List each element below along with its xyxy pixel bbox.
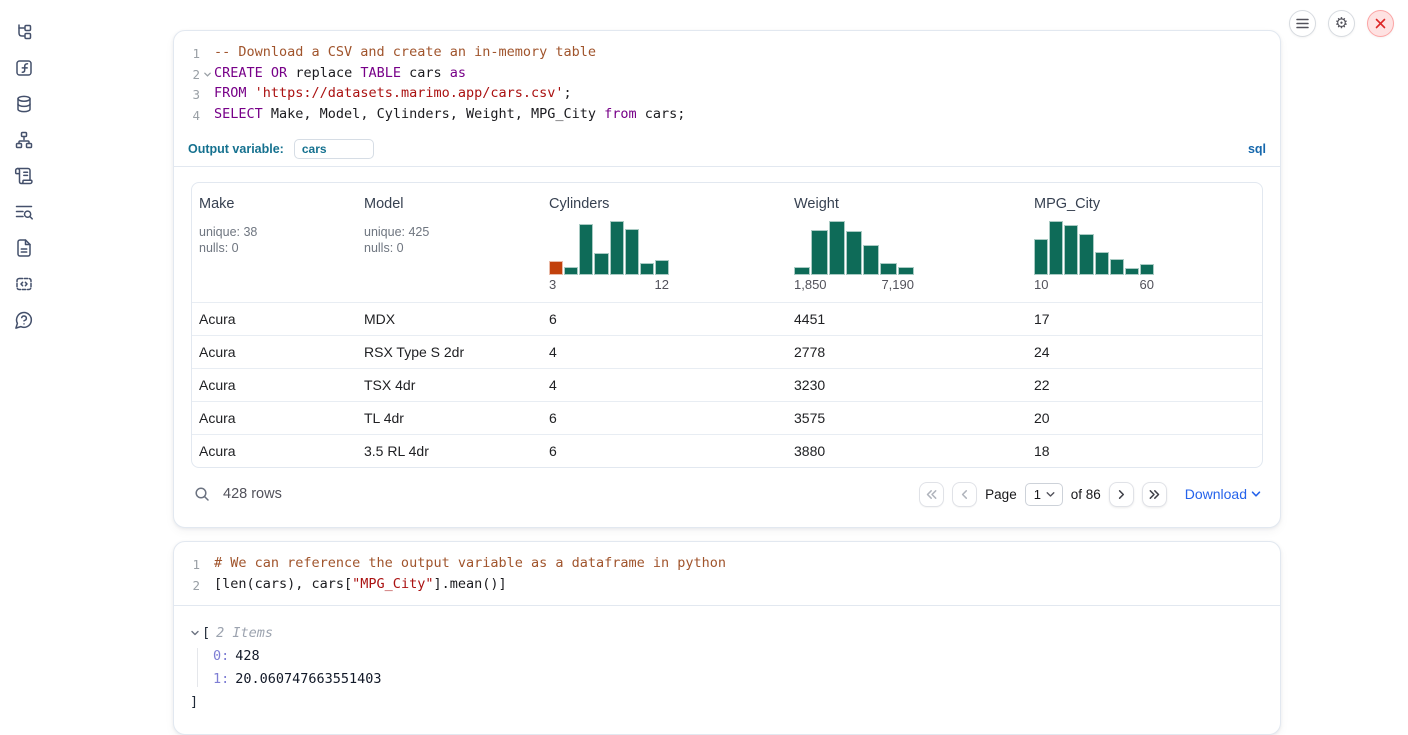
line-number: 4 — [174, 105, 200, 126]
menu-icon[interactable] — [1289, 10, 1316, 37]
output-variable-row: Output variable: sql — [174, 136, 1280, 166]
line-number: 2 — [174, 575, 200, 596]
logs-icon[interactable] — [14, 166, 34, 186]
code-line: 2 [len(cars), cars["MPG_City"].mean()] — [174, 575, 1280, 596]
document-icon[interactable] — [14, 238, 34, 258]
previous-page-button[interactable] — [952, 482, 977, 507]
code-text: SELECT Make, Model, Cylinders, Weight, M… — [214, 105, 685, 126]
code-text: [len(cars), cars["MPG_City"].mean()] — [214, 575, 507, 596]
code-line: 3 FROM 'https://datasets.marimo.app/cars… — [174, 84, 1280, 105]
column-header-model[interactable]: Model unique: 425 nulls: 0 — [357, 183, 542, 302]
sql-cell-output: Make unique: 38 nulls: 0 Model unique: 4… — [174, 166, 1280, 527]
gear-icon[interactable]: ⚙ — [1328, 10, 1355, 37]
python-code-editor[interactable]: 1 # We can reference the output variable… — [174, 542, 1280, 605]
list-search-icon[interactable] — [14, 202, 34, 222]
table-row: Acura TL 4dr 6 3575 20 — [192, 401, 1262, 434]
column-stats: unique: 38 nulls: 0 — [199, 224, 357, 257]
code-text: -- Download a CSV and create an in-memor… — [214, 43, 596, 64]
dependency-graph-icon[interactable] — [14, 130, 34, 150]
list-item: 0:428 — [213, 648, 1264, 664]
code-line: 2 CREATE OR replace TABLE cars as — [174, 64, 1280, 85]
column-header-mpg-city[interactable]: MPG_City 10 60 — [1027, 183, 1262, 302]
open-bracket: [ — [202, 625, 210, 641]
items-count-label: 2 Items — [216, 625, 273, 641]
next-page-button[interactable] — [1109, 482, 1134, 507]
code-line: 4 SELECT Make, Model, Cylinders, Weight,… — [174, 105, 1280, 126]
last-page-button[interactable] — [1142, 482, 1167, 507]
file-tree-icon[interactable] — [14, 22, 34, 42]
tree-root: [ 2 Items — [190, 625, 1264, 641]
line-number: 1 — [174, 43, 200, 64]
weight-histogram: 1,850 7,190 — [794, 221, 914, 292]
table-header-row: Make unique: 38 nulls: 0 Model unique: 4… — [192, 183, 1262, 302]
collapse-chevron-icon[interactable] — [190, 628, 202, 638]
close-bracket: ] — [190, 694, 1264, 710]
pagination: Page 1 of 86 — [919, 482, 1261, 507]
help-icon[interactable] — [14, 310, 34, 330]
table-row: Acura MDX 6 4451 17 — [192, 302, 1262, 335]
code-text: FROM 'https://datasets.marimo.app/cars.c… — [214, 84, 572, 105]
axis-max-label: 60 — [1140, 277, 1154, 292]
python-cell-output: [ 2 Items 0:428 1:20.060747663551403 ] — [174, 605, 1280, 734]
page-of-label: of 86 — [1071, 487, 1101, 502]
axis-max-label: 7,190 — [881, 277, 914, 292]
function-square-icon[interactable] — [14, 58, 34, 78]
column-header-make[interactable]: Make unique: 38 nulls: 0 — [192, 183, 357, 302]
table-row: Acura 3.5 RL 4dr 6 3880 18 — [192, 434, 1262, 467]
line-number: 3 — [174, 84, 200, 105]
shutdown-icon[interactable] — [1367, 10, 1394, 37]
line-number: 2 — [174, 64, 200, 85]
language-badge[interactable]: sql — [1248, 142, 1266, 156]
data-table: Make unique: 38 nulls: 0 Model unique: 4… — [191, 182, 1263, 468]
fold-chevron-icon[interactable] — [200, 64, 214, 85]
first-page-button[interactable] — [919, 482, 944, 507]
code-text: CREATE OR replace TABLE cars as — [214, 64, 466, 85]
notebook-area: 1 -- Download a CSV and create an in-mem… — [173, 30, 1281, 735]
axis-min-label: 10 — [1034, 277, 1048, 292]
download-button[interactable]: Download — [1185, 486, 1261, 502]
search-icon[interactable] — [193, 485, 211, 503]
mpg-city-histogram: 10 60 — [1034, 221, 1154, 292]
output-variable-label: Output variable: — [188, 142, 284, 156]
page-label: Page — [985, 487, 1017, 502]
axis-min-label: 3 — [549, 277, 556, 292]
line-number: 1 — [174, 554, 200, 575]
code-line: 1 # We can reference the output variable… — [174, 554, 1280, 575]
axis-min-label: 1,850 — [794, 277, 827, 292]
column-header-cylinders[interactable]: Cylinders 3 12 — [542, 183, 787, 302]
axis-max-label: 12 — [655, 277, 669, 292]
code-line: 1 -- Download a CSV and create an in-mem… — [174, 43, 1280, 64]
code-text: # We can reference the output variable a… — [214, 554, 726, 575]
list-item: 1:20.060747663551403 — [213, 671, 1264, 687]
tree-entries: 0:428 1:20.060747663551403 — [197, 648, 1264, 687]
python-cell: 1 # We can reference the output variable… — [173, 541, 1281, 735]
output-variable-input[interactable] — [294, 139, 374, 159]
cylinders-histogram: 3 12 — [549, 221, 669, 292]
sql-cell: 1 -- Download a CSV and create an in-mem… — [173, 30, 1281, 528]
column-header-weight[interactable]: Weight 1,850 7,190 — [787, 183, 1027, 302]
notebook-controls: ⚙ — [1289, 10, 1394, 37]
table-row: Acura TSX 4dr 4 3230 22 — [192, 368, 1262, 401]
column-stats: unique: 425 nulls: 0 — [364, 224, 542, 257]
row-count: 428 rows — [223, 486, 282, 502]
sql-code-editor[interactable]: 1 -- Download a CSV and create an in-mem… — [174, 31, 1280, 136]
page-select[interactable]: 1 — [1025, 483, 1063, 506]
table-footer: 428 rows Page 1 — [191, 468, 1263, 511]
table-row: Acura RSX Type S 2dr 4 2778 24 — [192, 335, 1262, 368]
snippets-icon[interactable] — [14, 274, 34, 294]
panel-sidebar — [0, 0, 48, 729]
database-icon[interactable] — [14, 94, 34, 114]
